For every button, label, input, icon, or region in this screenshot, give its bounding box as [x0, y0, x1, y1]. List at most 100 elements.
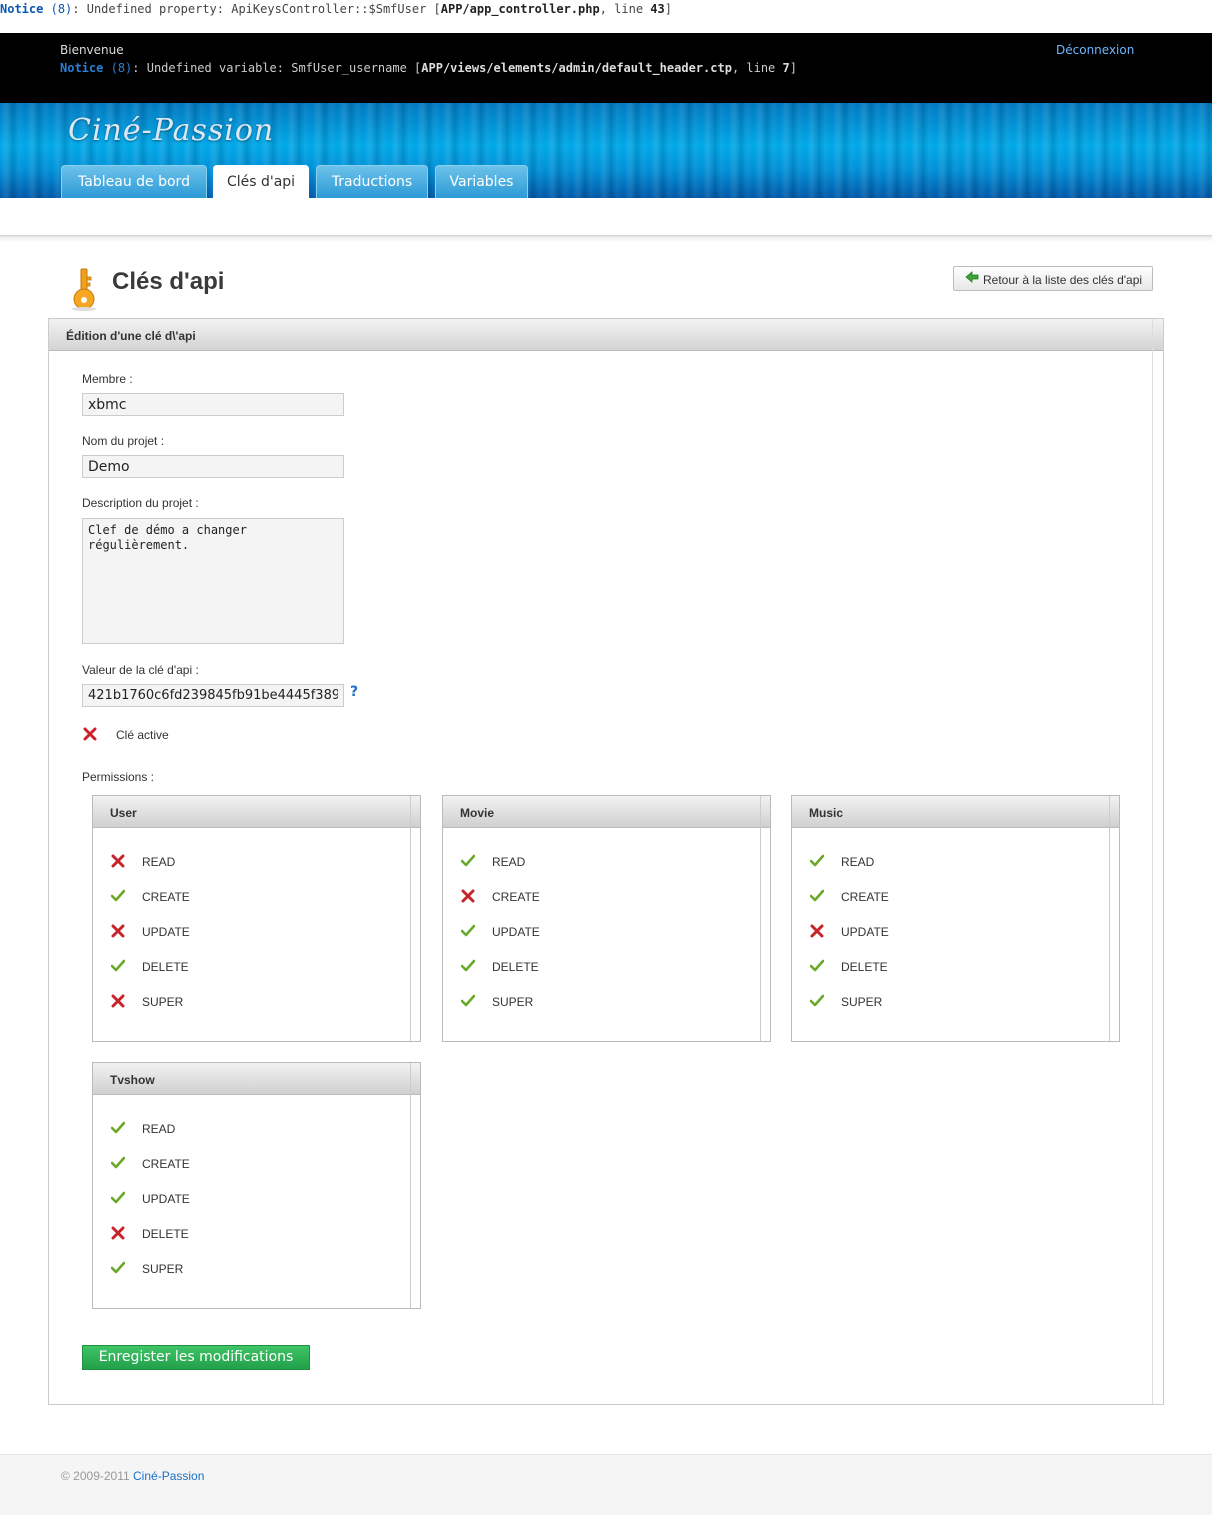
notice-end: ] — [664, 2, 672, 16]
permission-card-title: Tvshow — [110, 1073, 155, 1087]
tab-translations[interactable]: Traductions — [316, 165, 428, 198]
notice-mid: , line — [731, 61, 783, 75]
active-cross-icon[interactable] — [83, 727, 97, 741]
permission-card-header: Tvshow — [93, 1063, 420, 1095]
permission-label: DELETE — [841, 960, 888, 974]
tab-dashboard[interactable]: Tableau de bord — [61, 165, 207, 198]
back-button-label: Retour à la liste des clés d'api — [983, 273, 1143, 287]
notice-mid: , line — [599, 2, 651, 16]
card-scrollbar — [410, 1063, 411, 1308]
help-icon[interactable]: ? — [350, 684, 358, 700]
notice-line: 43 — [650, 2, 665, 16]
project-name-input[interactable] — [82, 455, 344, 478]
check-icon[interactable] — [111, 1261, 125, 1275]
top-bar: Bienvenue Notice (8): Undefined variable… — [0, 33, 1212, 103]
notice-word: Notice — [0, 2, 44, 16]
api-key-label: Valeur de la clé d'api : — [82, 663, 199, 677]
permission-label: UPDATE — [841, 925, 889, 939]
notice-file: APP/views/elements/admin/default_header.… — [421, 61, 732, 75]
header-divider — [0, 235, 1212, 242]
notice-file: APP/app_controller.php — [440, 2, 600, 16]
tab-variables[interactable]: Variables — [435, 165, 528, 198]
footer-brand-link[interactable]: Ciné-Passion — [133, 1469, 204, 1483]
card-scrollbar — [1109, 796, 1110, 1041]
cross-icon[interactable] — [111, 854, 125, 868]
page-title: Clés d'api — [112, 268, 225, 295]
site-logo[interactable]: Ciné-Passion — [68, 113, 274, 148]
cross-icon[interactable] — [111, 1226, 125, 1240]
permission-label: DELETE — [492, 960, 539, 974]
card-scrollbar — [760, 796, 761, 1041]
permission-label: SUPER — [142, 1262, 184, 1276]
back-to-list-button[interactable]: Retour à la liste des clés d'api — [953, 266, 1153, 291]
notice-line: 7 — [782, 61, 790, 75]
cross-icon[interactable] — [810, 924, 824, 938]
project-description-label: Description du projet : — [82, 496, 199, 510]
permission-card-movie: Movie READ CREATE UPDATE DELETE SUPER — [442, 795, 771, 1042]
permission-label: SUPER — [142, 995, 184, 1009]
panel-header: Édition d'une clé d\'api — [49, 319, 1163, 351]
permission-label: UPDATE — [142, 1192, 190, 1206]
permission-card-header: Movie — [443, 796, 770, 828]
permission-card-user: User READ CREATE UPDATE DELETE SUPER — [92, 795, 421, 1042]
arrow-left-icon — [965, 271, 979, 283]
key-icon — [72, 268, 96, 311]
member-input[interactable] — [82, 393, 344, 416]
permission-label: READ — [142, 855, 176, 869]
permission-label: UPDATE — [492, 925, 540, 939]
check-icon[interactable] — [111, 1191, 125, 1205]
permission-label: READ — [142, 1122, 176, 1136]
check-icon[interactable] — [810, 959, 824, 973]
site-banner: Ciné-Passion Tableau de bord Clés d'api … — [0, 103, 1212, 198]
tab-api-keys[interactable]: Clés d'api — [213, 165, 309, 198]
check-icon[interactable] — [111, 889, 125, 903]
header-php-notice: Notice (8): Undefined variable: SmfUser_… — [60, 61, 797, 75]
footer-copyright: © 2009-2011 Ciné-Passion — [61, 1469, 204, 1483]
permission-label: DELETE — [142, 1227, 189, 1241]
permission-label: CREATE — [492, 890, 540, 904]
permission-label: SUPER — [492, 995, 534, 1009]
api-key-input[interactable] — [82, 684, 344, 707]
permission-card-title: Music — [809, 806, 844, 820]
permission-label: READ — [841, 855, 875, 869]
permission-card-header: User — [93, 796, 420, 828]
save-button[interactable]: Enregister les modifications — [82, 1345, 310, 1370]
notice-word: Notice — [60, 61, 104, 75]
cross-icon[interactable] — [111, 994, 125, 1008]
notice-message: : Undefined property: ApiKeysController:… — [72, 2, 441, 16]
copyright-text: © 2009-2011 — [61, 1469, 130, 1483]
logout-link[interactable]: Déconnexion — [1056, 43, 1134, 57]
cross-icon[interactable] — [461, 889, 475, 903]
permission-label: SUPER — [841, 995, 883, 1009]
permission-label: CREATE — [841, 890, 889, 904]
permission-card-title: User — [110, 806, 137, 820]
notice-code: (8) — [110, 61, 133, 75]
permission-label: CREATE — [142, 890, 190, 904]
project-description-textarea[interactable]: Clef de démo a changer régulièrement. — [82, 518, 344, 644]
check-icon[interactable] — [810, 854, 824, 868]
permission-card-tvshow: Tvshow READ CREATE UPDATE DELETE SUPER — [92, 1062, 421, 1309]
check-icon[interactable] — [461, 959, 475, 973]
notice-message: : Undefined variable: SmfUser_username [ — [132, 61, 422, 75]
panel-scrollbar[interactable] — [1152, 319, 1153, 1404]
panel-title: Édition d'une clé d\'api — [66, 329, 196, 343]
card-scrollbar — [410, 796, 411, 1041]
permission-label: UPDATE — [142, 925, 190, 939]
check-icon[interactable] — [461, 854, 475, 868]
permission-label: READ — [492, 855, 526, 869]
check-icon[interactable] — [111, 1156, 125, 1170]
member-label: Membre : — [82, 372, 133, 386]
check-icon[interactable] — [810, 889, 824, 903]
check-icon[interactable] — [461, 994, 475, 1008]
cross-icon[interactable] — [111, 924, 125, 938]
project-name-label: Nom du projet : — [82, 434, 165, 448]
permission-label: DELETE — [142, 960, 189, 974]
check-icon[interactable] — [111, 959, 125, 973]
php-notice: Notice (8): Undefined property: ApiKeysC… — [0, 0, 1212, 33]
permission-card-title: Movie — [460, 806, 495, 820]
check-icon[interactable] — [111, 1121, 125, 1135]
notice-end: ] — [789, 61, 797, 75]
permission-label: CREATE — [142, 1157, 190, 1171]
check-icon[interactable] — [810, 994, 824, 1008]
check-icon[interactable] — [461, 924, 475, 938]
